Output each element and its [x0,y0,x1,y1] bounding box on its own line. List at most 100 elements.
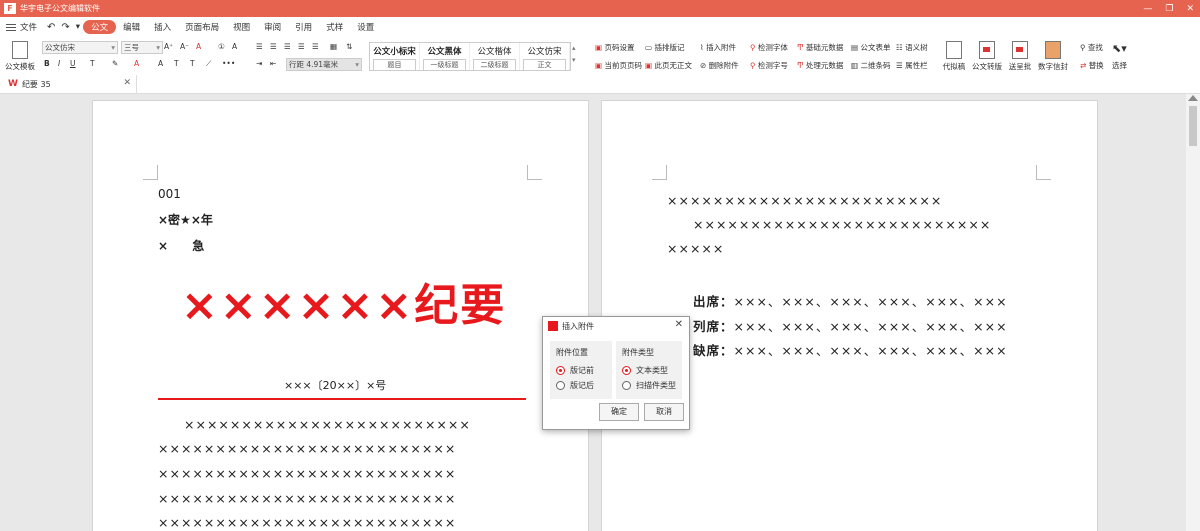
menu-reference[interactable]: 引用 [288,21,319,33]
format-painter-icon[interactable]: ⟋ [206,59,211,69]
hamburger-icon[interactable] [6,23,16,31]
body-line: ××××× [667,241,725,256]
menu-file[interactable]: 文件 [16,21,44,33]
menu-settings[interactable]: 设置 [350,21,381,33]
align-center-icon[interactable]: ☰ [270,42,277,51]
current-page-number-button[interactable]: ▣ 当前页页码 [595,60,642,71]
font-size-select[interactable]: 三号 [121,41,163,54]
outdent-icon[interactable]: ⇤ [270,59,276,68]
clear-format-icon[interactable]: A [158,59,163,68]
semantic-tree-button[interactable]: ☷ 语义树 [896,42,928,53]
italic-icon[interactable]: I [58,59,60,68]
find-button[interactable]: ⚲ 查找 [1080,42,1103,53]
paperclip-icon: ⌇ [700,43,704,52]
vertical-scrollbar[interactable] [1186,94,1200,531]
char-format-icon[interactable]: A [196,42,201,51]
template-button[interactable]: 公文模板 [4,41,36,72]
phonetic-icon[interactable]: A [232,42,237,51]
undo-icon[interactable]: ↶ [44,22,58,33]
radio-text-type[interactable]: 文本类型 [622,365,682,376]
menu-styles[interactable]: 式样 [319,21,350,33]
insert-colophon-button[interactable]: ▭ 插排版记 [645,42,684,53]
numbering-icon[interactable]: ① [218,42,225,51]
menu-page-layout[interactable]: 页面布局 [178,21,226,33]
radio-scan-type[interactable]: 扫描件类型 [622,380,682,391]
document-tab-bar: W 纪要 35 ✕ [0,75,1200,94]
scroll-thumb[interactable] [1189,106,1197,146]
sort-icon[interactable]: ⇅ [346,42,352,51]
style-scroll-up-icon[interactable]: ▴ [572,44,576,52]
check-size-button[interactable]: ⚲ 检测字号 [750,60,788,71]
grow-font-icon[interactable]: A⁺ [164,42,173,51]
align-right-icon[interactable]: ☰ [284,42,291,51]
draft-button[interactable]: 代拟稿 [940,41,968,72]
restore-button[interactable]: ❐ [1165,4,1173,14]
radio-before-colophon[interactable]: 版记前 [556,365,616,376]
align-left-icon[interactable]: ☰ [256,42,263,51]
redo-icon[interactable]: ↷ [58,22,72,33]
close-window-button[interactable]: ✕ [1186,4,1194,14]
quick-access-dropdown-icon[interactable]: ▾ [73,22,83,32]
font-color-icon[interactable]: A [134,59,139,68]
dialog-app-icon [548,321,558,331]
absentees-label: 缺席： [693,343,734,358]
ok-button[interactable]: 确定 [599,403,639,421]
envelope-icon [1045,41,1061,59]
line-spacing-select[interactable]: 行距 4.91毫米 [286,58,362,71]
menu-review[interactable]: 审阅 [257,21,288,33]
close-tab-icon[interactable]: ✕ [123,78,131,88]
replace-button[interactable]: ⇄ 替换 [1080,60,1104,71]
insert-attachment-button[interactable]: ⌇ 插入附件 [700,42,736,53]
distribute-icon[interactable]: ☰ [312,42,319,51]
basic-metadata-button[interactable]: Ͳ 基础元数据 [797,42,843,53]
digital-envelope-button[interactable]: 数字信封 [1036,41,1070,72]
insert-attachment-dialog: 插入附件 ✕ 附件位置 版记前 版记后 附件类型 文本类型 扫描件类型 确定 取… [542,316,690,430]
highlight-icon[interactable]: ✎ [112,59,118,68]
more-icon[interactable]: ••• [222,59,235,68]
doc-form-button[interactable]: ▤ 公文表单 [851,42,890,53]
convert-button[interactable]: 公文转版 [970,41,1004,72]
select-label[interactable]: 选择 [1112,60,1127,71]
menu-gongwen[interactable]: 公文 [83,20,117,34]
cancel-button[interactable]: 取消 [644,403,684,421]
indent-icon[interactable]: ⇥ [256,59,262,68]
table-icon[interactable]: ▦ [330,42,337,51]
submit-icon [1012,41,1028,59]
barcode-button[interactable]: ▥ 二维条码 [851,60,890,71]
menu-insert[interactable]: 插入 [147,21,178,33]
radio-selected-icon [556,366,565,375]
radio-label: 版记前 [570,366,594,375]
menu-view[interactable]: 视图 [226,21,257,33]
char-border-icon[interactable]: T [174,59,179,68]
scroll-up-arrow-icon[interactable] [1188,95,1198,101]
style-name: 公文小标宋 [373,47,416,57]
minimize-button[interactable]: — [1143,4,1152,14]
submit-label: 送呈批 [1008,62,1032,71]
dialog-close-icon[interactable]: ✕ [675,319,683,330]
property-bar-button[interactable]: ☰ 属性栏 [896,60,928,71]
submit-button[interactable]: 送呈批 [1005,41,1035,72]
underline-icon[interactable]: U [70,59,76,68]
style-scroll-down-icon[interactable]: ▾ [572,56,576,64]
radio-after-colophon[interactable]: 版记后 [556,380,616,391]
menu-edit[interactable]: 编辑 [116,21,147,33]
shrink-font-icon[interactable]: A⁻ [180,42,189,51]
no-body-page-button[interactable]: ▣ 此页无正文 [645,60,692,71]
document-canvas[interactable]: 001 ×密★×年 × 急 ××××××纪要 ×××〔20××〕×号 ×××××… [0,94,1186,531]
style-heading2[interactable]: 公文楷体 二级标题 [470,43,520,71]
justify-icon[interactable]: ☰ [298,42,305,51]
style-body[interactable]: 公文仿宋 正文 [520,43,570,71]
char-shading-icon[interactable]: T [190,59,195,68]
font-name-select[interactable]: 公文仿宋 [42,41,118,54]
document-tab[interactable]: W 纪要 35 ✕ [4,75,137,93]
check-font-button[interactable]: ⚲ 检测字体 [750,42,788,53]
style-title[interactable]: 公文小标宋 题目 [370,43,420,71]
style-heading1[interactable]: 公文黑体 一级标题 [420,43,470,71]
cursor-icon[interactable]: ⬉▾ [1112,42,1127,55]
superscript-icon[interactable]: T [90,59,95,68]
process-metadata-button[interactable]: Ͳ 处理元数据 [797,60,843,71]
page-icon: ▣ [645,61,653,70]
page-number-settings-button[interactable]: ▣ 页码设置 [595,42,634,53]
delete-attachment-button[interactable]: ⊘ 删除附件 [700,60,739,71]
bold-icon[interactable]: B [44,59,50,68]
